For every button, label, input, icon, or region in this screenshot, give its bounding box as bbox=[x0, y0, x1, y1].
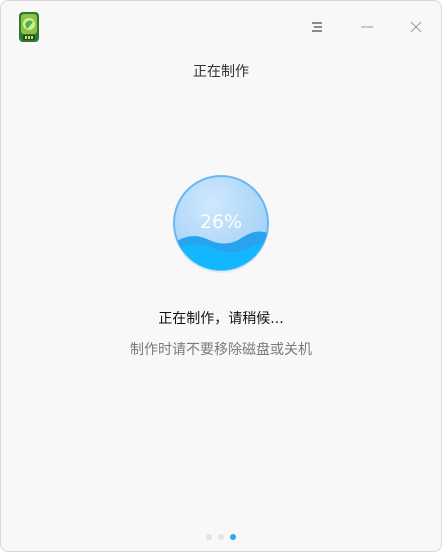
menu-button[interactable] bbox=[301, 11, 333, 43]
page-dot-1 bbox=[206, 534, 212, 540]
status-warning: 制作时请不要移除磁盘或关机 bbox=[130, 342, 312, 358]
hamburger-menu-icon bbox=[312, 22, 322, 32]
progress-percent-label: 26% bbox=[199, 211, 243, 233]
app-window: 正在制作 26% 正在制作，请稍候... 制作时请不要移除磁盘或关机 bbox=[0, 0, 442, 552]
titlebar bbox=[1, 1, 441, 51]
progress-indicator: 26% bbox=[171, 173, 271, 273]
page-title: 正在制作 bbox=[193, 64, 249, 80]
close-button[interactable] bbox=[400, 11, 432, 43]
boot-maker-app-icon bbox=[19, 12, 39, 42]
page-indicator bbox=[206, 534, 236, 542]
minimize-icon bbox=[361, 26, 373, 28]
minimize-button[interactable] bbox=[351, 11, 383, 43]
page-dot-3-active bbox=[230, 534, 236, 540]
close-icon bbox=[410, 21, 422, 33]
page-dot-2 bbox=[218, 534, 224, 540]
status-message: 正在制作，请稍候... bbox=[158, 311, 284, 327]
